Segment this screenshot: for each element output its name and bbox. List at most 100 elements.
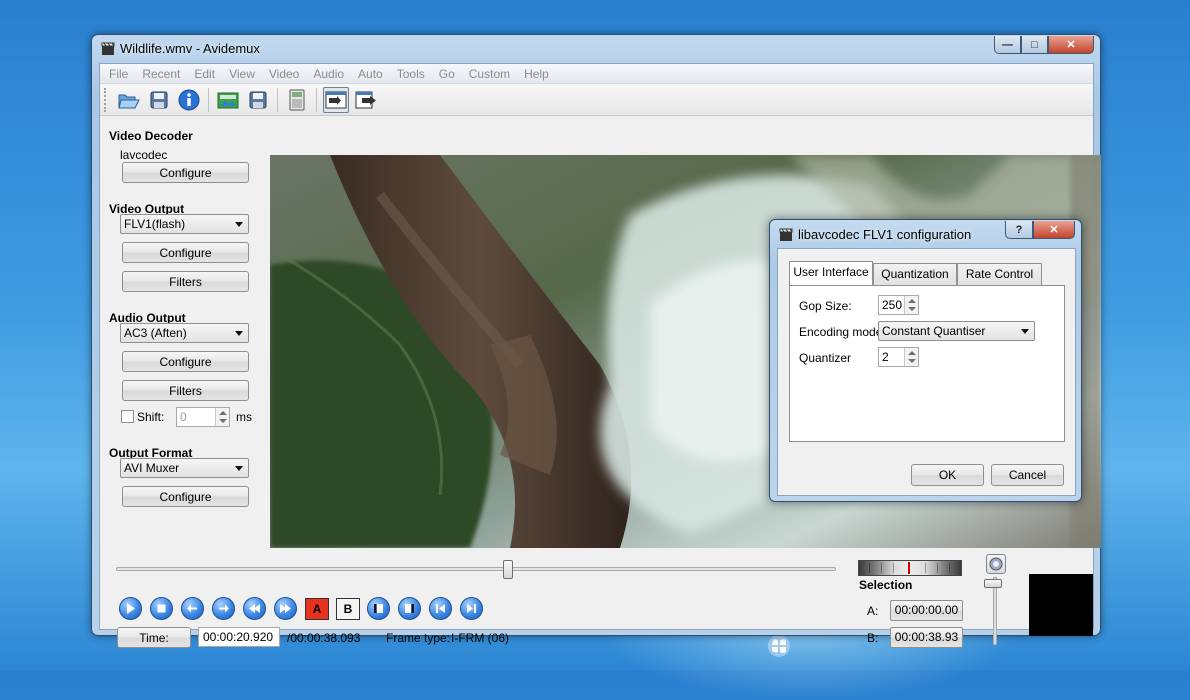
encoding-mode-value: Constant Quantiser bbox=[882, 324, 986, 338]
next-frame-icon bbox=[219, 604, 229, 613]
selection-a-label: A: bbox=[867, 604, 879, 618]
audio-codec-value: AC3 (Aften) bbox=[124, 326, 187, 340]
time-button[interactable]: Time: bbox=[117, 627, 191, 648]
chevron-down-icon bbox=[235, 222, 243, 227]
goto-marker-b-button[interactable] bbox=[398, 597, 421, 620]
menu-video[interactable]: Video bbox=[262, 67, 306, 81]
audio-configure-button[interactable]: Configure bbox=[122, 351, 249, 372]
input-mode-button[interactable] bbox=[323, 86, 349, 113]
menu-edit[interactable]: Edit bbox=[187, 67, 222, 81]
selection-b-value[interactable]: 00:00:38.93 bbox=[890, 627, 963, 648]
encoding-mode-select[interactable]: Constant Quantiser bbox=[878, 321, 1035, 341]
toolbar-separator bbox=[277, 87, 278, 112]
video-configure-button[interactable]: Configure bbox=[122, 242, 249, 263]
audio-filters-button[interactable]: Filters bbox=[122, 380, 249, 401]
marker-b-label: B bbox=[343, 601, 353, 616]
open-image-button[interactable] bbox=[215, 87, 241, 113]
save-icon bbox=[150, 91, 168, 108]
menu-tools[interactable]: Tools bbox=[390, 67, 432, 81]
menu-recent[interactable]: Recent bbox=[135, 67, 187, 81]
dialog-close-button[interactable]: ✕ bbox=[1033, 221, 1075, 239]
next-keyframe-button[interactable] bbox=[274, 597, 297, 620]
menu-file[interactable]: File bbox=[102, 67, 135, 81]
jog-tick bbox=[869, 563, 870, 573]
jog-tick bbox=[925, 563, 926, 573]
play-button[interactable] bbox=[119, 597, 142, 620]
dialog-client: User Interface Quantization Rate Control… bbox=[777, 248, 1076, 496]
previous-black-frame-icon bbox=[436, 604, 445, 613]
ok-button[interactable]: OK bbox=[911, 464, 984, 486]
frame-type-label: Frame type: bbox=[386, 631, 451, 645]
stop-button[interactable] bbox=[150, 597, 173, 620]
spin-arrows-icon[interactable] bbox=[215, 408, 229, 426]
speaker-icon bbox=[989, 557, 1003, 571]
avidemux-icon bbox=[101, 42, 115, 55]
tab-quantization[interactable]: Quantization bbox=[873, 263, 957, 285]
tab-rate-control[interactable]: Rate Control bbox=[957, 263, 1042, 285]
audio-meter-button[interactable] bbox=[986, 554, 1006, 574]
next-keyframe-icon bbox=[280, 604, 291, 613]
menu-view[interactable]: View bbox=[222, 67, 262, 81]
open-icon bbox=[118, 94, 140, 108]
decoder-configure-button[interactable]: Configure bbox=[122, 162, 249, 183]
next-frame-button[interactable] bbox=[212, 597, 235, 620]
transport-controls: A B bbox=[119, 597, 491, 620]
timeline-slider-handle[interactable] bbox=[503, 560, 513, 579]
save-image-button[interactable] bbox=[245, 87, 271, 113]
left-panel: Video Decoder lavcodec Configure Video O… bbox=[100, 117, 262, 537]
audio-codec-select[interactable]: AC3 (Aften) bbox=[120, 323, 249, 343]
goto-marker-a-icon bbox=[374, 604, 383, 613]
menu-audio[interactable]: Audio bbox=[306, 67, 351, 81]
selection-b-label: B: bbox=[867, 631, 879, 645]
volume-slider-handle[interactable] bbox=[984, 579, 1002, 588]
total-time: /00:00:38.093 bbox=[287, 631, 361, 645]
shift-spinbox[interactable]: 0 bbox=[176, 407, 230, 427]
stop-icon bbox=[157, 604, 166, 613]
quantizer-spinbox[interactable]: 2 bbox=[878, 347, 919, 367]
jog-shuttle[interactable] bbox=[858, 560, 962, 576]
current-time-field[interactable]: 00:00:20.920 bbox=[198, 627, 280, 647]
save-button[interactable] bbox=[146, 87, 172, 113]
help-button[interactable]: ? bbox=[1005, 221, 1033, 239]
gop-size-spinbox[interactable]: 250 bbox=[878, 295, 919, 315]
cancel-button[interactable]: Cancel bbox=[991, 464, 1064, 486]
menu-go[interactable]: Go bbox=[432, 67, 462, 81]
menu-custom[interactable]: Custom bbox=[462, 67, 517, 81]
minimize-button[interactable]: — bbox=[994, 36, 1021, 54]
previous-keyframe-button[interactable] bbox=[243, 597, 266, 620]
chevron-down-icon bbox=[1021, 329, 1029, 334]
output-format-select[interactable]: AVI Muxer bbox=[120, 458, 249, 478]
output-mode-button[interactable] bbox=[353, 87, 379, 113]
close-button[interactable]: ✕ bbox=[1048, 36, 1094, 54]
menu-help[interactable]: Help bbox=[517, 67, 556, 81]
goto-marker-a-button[interactable] bbox=[367, 597, 390, 620]
format-configure-button[interactable]: Configure bbox=[122, 486, 249, 507]
spin-arrows-icon[interactable] bbox=[904, 296, 918, 314]
shift-unit: ms bbox=[236, 410, 252, 424]
set-marker-b-button[interactable]: B bbox=[336, 597, 360, 620]
previous-frame-button[interactable] bbox=[181, 597, 204, 620]
frame-type-value: I-FRM (06) bbox=[451, 631, 509, 645]
video-codec-select[interactable]: FLV1(flash) bbox=[120, 214, 249, 234]
selection-title: Selection bbox=[859, 578, 913, 592]
video-filters-button[interactable]: Filters bbox=[122, 271, 249, 292]
selection-a-value[interactable]: 00:00:00.00 bbox=[890, 600, 963, 621]
set-marker-a-button[interactable]: A bbox=[305, 597, 329, 620]
maximize-button[interactable]: □ bbox=[1021, 36, 1048, 54]
spin-arrows-icon[interactable] bbox=[904, 348, 918, 366]
previous-black-frame-button[interactable] bbox=[429, 597, 452, 620]
gop-size-label: Gop Size: bbox=[799, 299, 852, 313]
menu-auto[interactable]: Auto bbox=[351, 67, 390, 81]
info-button[interactable] bbox=[176, 87, 202, 113]
tab-user-interface[interactable]: User Interface bbox=[789, 261, 873, 285]
calculator-button[interactable] bbox=[284, 87, 310, 113]
shift-label: Shift: bbox=[137, 410, 165, 424]
shift-checkbox[interactable] bbox=[121, 410, 134, 423]
timeline-track[interactable] bbox=[116, 567, 836, 571]
quantizer-value: 2 bbox=[882, 350, 889, 364]
toolbar-grip[interactable] bbox=[104, 87, 108, 112]
jog-center-mark bbox=[908, 562, 910, 574]
open-button[interactable] bbox=[116, 87, 142, 113]
avidemux-icon bbox=[779, 228, 793, 241]
next-black-frame-button[interactable] bbox=[460, 597, 483, 620]
